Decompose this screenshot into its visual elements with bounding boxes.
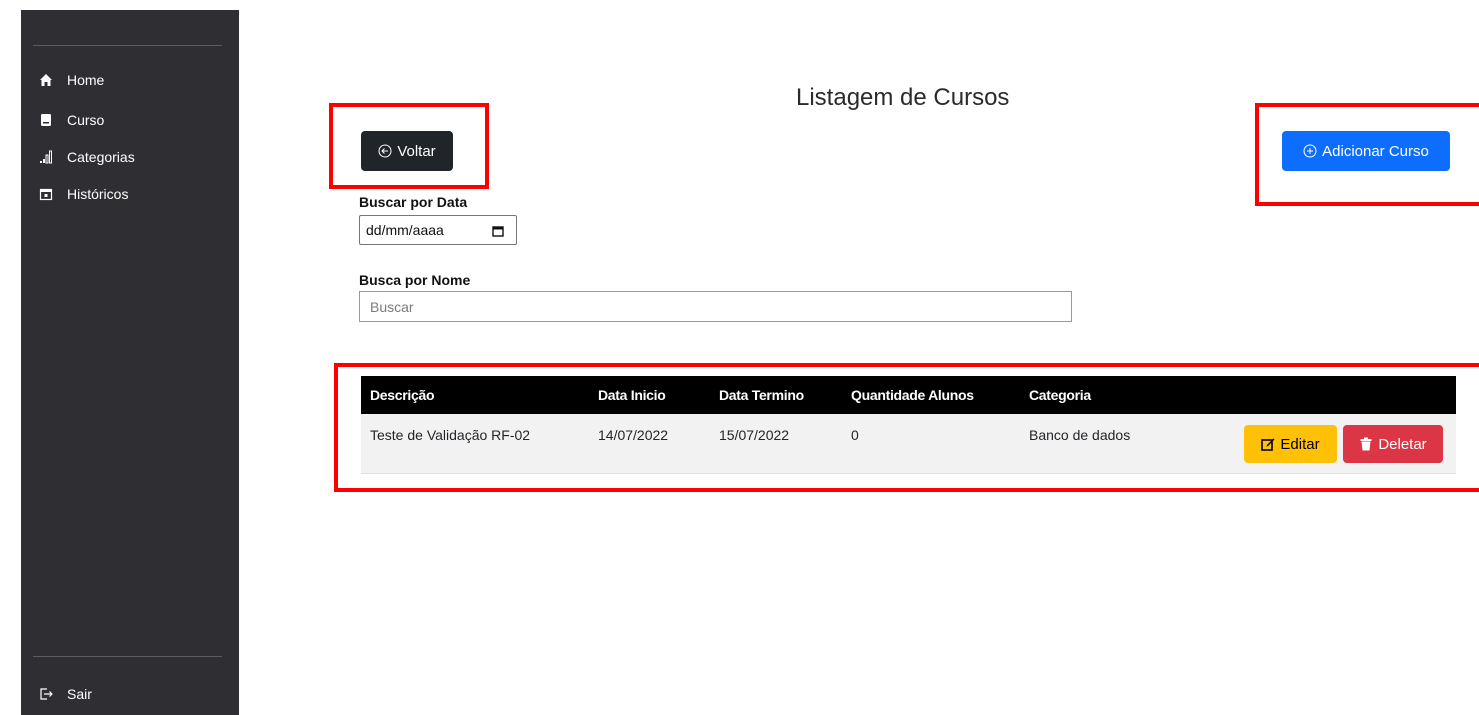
column-header: Data Inicio <box>598 387 666 403</box>
calendar-icon[interactable] <box>492 224 504 237</box>
sidebar-item-label: Categorias <box>67 149 135 165</box>
date-filter-input[interactable]: dd/mm/aaaa <box>359 215 517 245</box>
sidebar-item-label: Home <box>67 72 105 88</box>
cell-data-termino: 15/07/2022 <box>719 427 790 443</box>
sidebar-divider-bottom <box>33 656 222 657</box>
date-filter-label: Buscar por Data <box>359 194 468 210</box>
delete-button-label: Deletar <box>1378 435 1427 453</box>
highlight-box-add <box>1255 103 1479 206</box>
sidebar-item-curso[interactable]: Curso <box>39 112 104 128</box>
cell-categoria: Banco de dados <box>1029 427 1131 443</box>
sidebar-item-categorias[interactable]: Categorias <box>39 149 135 165</box>
column-header: Categoria <box>1029 387 1091 403</box>
page-title: Listagem de Cursos <box>796 84 1010 111</box>
sidebar-item-label: Históricos <box>67 186 129 202</box>
calendar-icon <box>39 187 53 201</box>
home-icon <box>39 73 53 87</box>
highlight-box-back <box>329 103 489 189</box>
delete-button[interactable]: Deletar <box>1343 425 1443 463</box>
edit-button-label: Editar <box>1280 435 1320 453</box>
name-search-input[interactable] <box>359 291 1072 322</box>
edit-button[interactable]: Editar <box>1244 425 1337 463</box>
cell-descricao: Teste de Validação RF-02 <box>370 427 531 443</box>
edit-icon <box>1261 437 1275 451</box>
cell-data-inicio: 14/07/2022 <box>598 427 669 443</box>
sidebar-divider-top <box>33 45 222 46</box>
logout-icon <box>39 687 53 701</box>
column-header: Data Termino <box>719 387 804 403</box>
sidebar-item-label: Sair <box>67 686 92 702</box>
sidebar-item-sair[interactable]: Sair <box>39 686 92 702</box>
trash-icon <box>1359 437 1373 451</box>
date-filter-value: dd/mm/aaaa <box>366 222 444 238</box>
sidebar-item-label: Curso <box>67 112 105 128</box>
name-filter-label: Busca por Nome <box>359 272 471 288</box>
column-header: Quantidade Alunos <box>851 387 974 403</box>
sidebar: Home Curso Categorias Históricos Sair <box>21 10 239 715</box>
bar-chart-icon <box>39 150 53 164</box>
cell-quantidade-alunos: 0 <box>851 427 859 443</box>
column-header: Descrição <box>370 387 435 403</box>
book-icon <box>39 113 53 127</box>
sidebar-item-historicos[interactable]: Históricos <box>39 186 128 202</box>
sidebar-item-home[interactable]: Home <box>39 72 104 88</box>
table-header: Descrição Data Inicio Data Termino Quant… <box>361 376 1456 414</box>
